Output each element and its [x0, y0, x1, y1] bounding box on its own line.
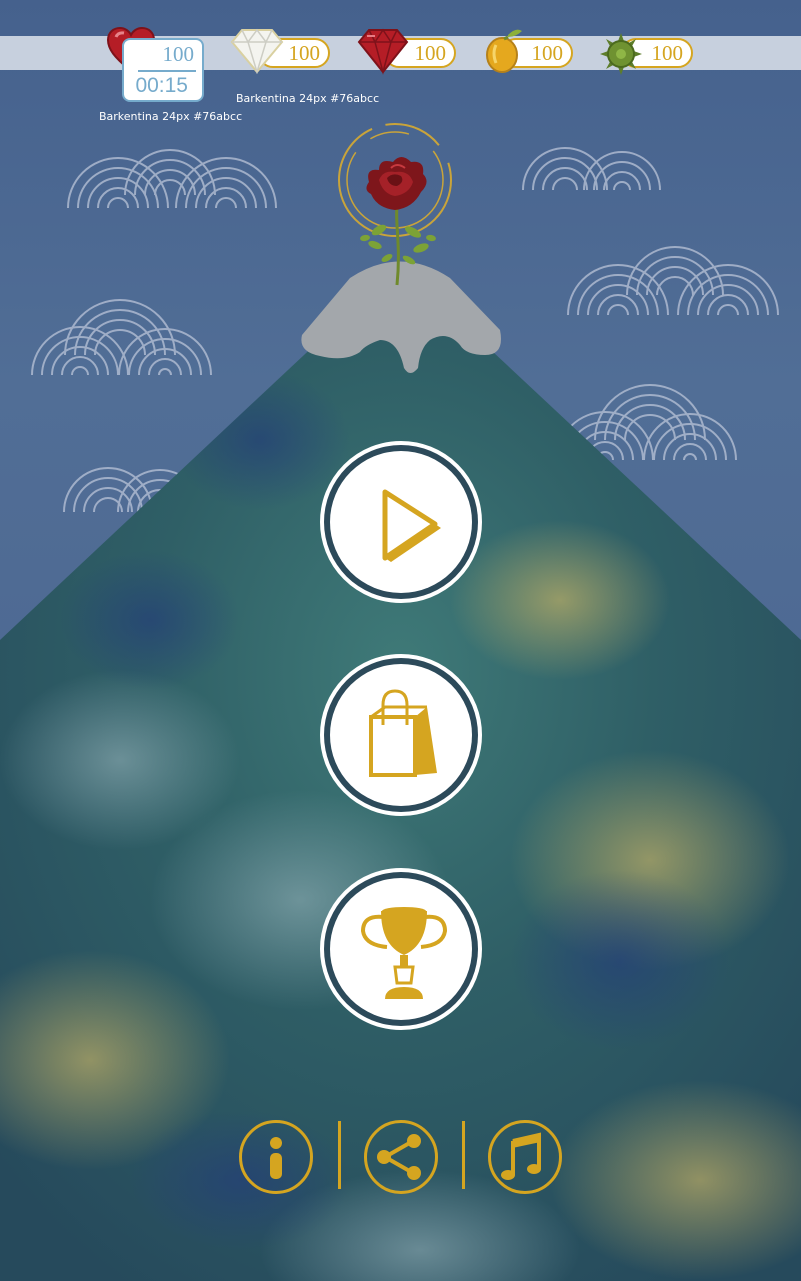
music-note-icon — [501, 1132, 541, 1180]
font-annotation-2: Barkentina 24px #76abcc — [236, 92, 380, 105]
info-button[interactable] — [239, 1120, 313, 1194]
lives-timer: 00:15 — [135, 74, 188, 97]
footer-separator-2 — [462, 1121, 465, 1189]
footer-separator-1 — [338, 1121, 341, 1189]
font-annotation: Barkentina 24px #76abcc — [99, 110, 243, 123]
lemon-icon — [486, 29, 522, 73]
music-button[interactable] — [488, 1120, 562, 1194]
play-button[interactable] — [320, 441, 482, 603]
play-icon — [382, 489, 441, 562]
info-icon — [270, 1137, 282, 1179]
diamond-count: 100 — [288, 41, 321, 65]
spiky-ball-count: 100 — [651, 41, 684, 65]
ruby-count: 100 — [414, 41, 447, 65]
lives-timer-box: 100 00:15 — [122, 38, 204, 102]
lemon-count: 100 — [531, 41, 564, 65]
lives-count: 100 — [162, 42, 195, 66]
shopping-bag-icon — [369, 689, 437, 777]
ruby-icon — [357, 28, 409, 75]
trophy-icon — [360, 907, 448, 999]
lives-divider — [138, 70, 196, 72]
spiky-ball-icon — [600, 33, 642, 75]
leaderboard-button[interactable] — [320, 868, 482, 1030]
share-icon — [377, 1134, 421, 1180]
diamond-icon — [230, 28, 284, 74]
rose-icon — [338, 123, 452, 286]
share-button[interactable] — [364, 1120, 438, 1194]
shop-button[interactable] — [320, 654, 482, 816]
